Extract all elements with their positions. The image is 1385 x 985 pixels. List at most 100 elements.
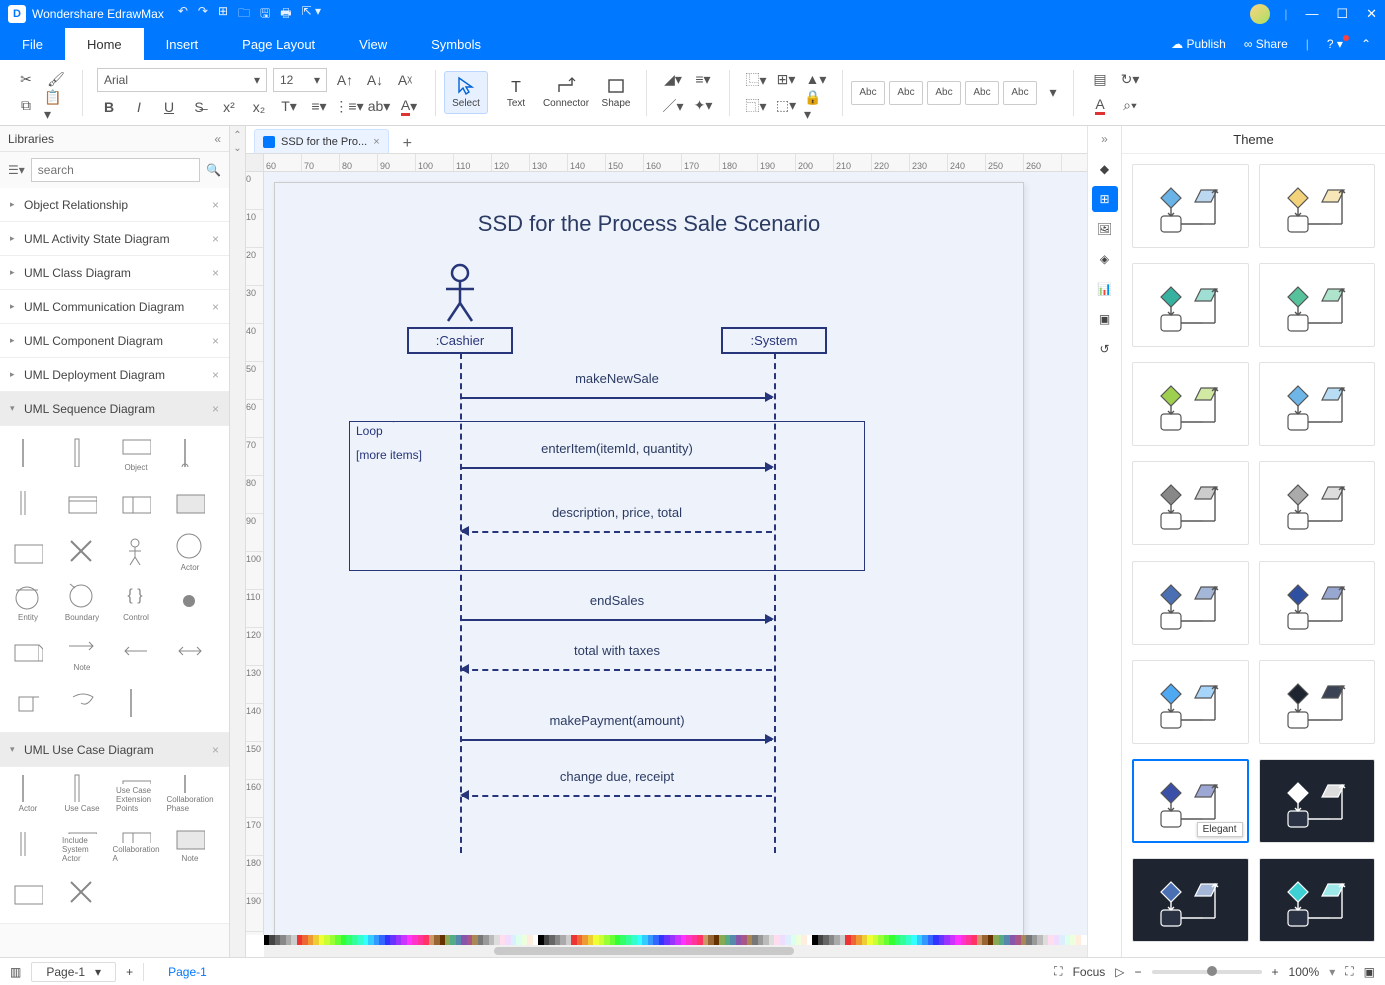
add-tab-icon[interactable]: + [397, 135, 418, 153]
canvas[interactable]: 6070809010011012013014015016017018019020… [246, 154, 1087, 957]
quick-style-2[interactable]: Abc [889, 81, 923, 105]
export-icon[interactable]: ⇱ ▾ [302, 4, 321, 25]
strike-icon[interactable]: S̶ [187, 96, 211, 118]
library-shape[interactable] [62, 532, 102, 572]
search-icon[interactable]: 🔍 [206, 163, 221, 177]
lock-icon[interactable]: 🔒▾ [804, 95, 828, 117]
save-icon[interactable]: 🖫 [260, 4, 270, 25]
library-shape[interactable] [8, 432, 48, 472]
minimize-icon[interactable]: — [1305, 6, 1318, 22]
library-shape[interactable] [170, 632, 210, 672]
paste-icon[interactable]: 📋▾ [44, 95, 68, 117]
library-category[interactable]: ▸UML Component Diagram× [0, 324, 229, 358]
color-swatch[interactable] [1081, 935, 1086, 945]
document-tab[interactable]: SSD for the Pro... × [254, 129, 389, 153]
library-shape[interactable] [62, 482, 102, 522]
theme-tile[interactable] [1259, 263, 1376, 347]
theme-tile[interactable] [1132, 263, 1249, 347]
focus-mode-icon[interactable]: ⛶ [1054, 964, 1062, 979]
menu-file[interactable]: File [0, 28, 65, 60]
library-search-input[interactable] [31, 158, 200, 182]
libraries-scrollbar[interactable]: ⌃ ⌄ [230, 126, 246, 957]
undo-icon[interactable]: ↶ [178, 4, 188, 25]
quick-style-3[interactable]: Abc [927, 81, 961, 105]
msg-change-due[interactable]: change due, receipt [462, 787, 772, 803]
subscript-icon[interactable]: x₂ [247, 96, 271, 118]
theme-tile[interactable] [1259, 858, 1376, 942]
library-shape[interactable] [170, 482, 210, 522]
library-shape[interactable]: Note [62, 632, 102, 672]
remove-library-icon[interactable]: × [212, 402, 219, 416]
library-shape[interactable] [62, 873, 102, 913]
remove-library-icon[interactable]: × [212, 232, 219, 246]
current-page[interactable]: Page-1 [154, 963, 221, 981]
remove-library-icon[interactable]: × [212, 368, 219, 382]
text-case-icon[interactable]: T▾ [277, 96, 301, 118]
image-panel-icon[interactable]: 🖼 [1092, 216, 1118, 242]
library-shape[interactable]: Actor [170, 532, 210, 572]
theme-tile[interactable] [1259, 164, 1376, 248]
find-icon[interactable]: ⌕▾ [1118, 95, 1142, 117]
cashier-lifeline-head[interactable]: :Cashier [407, 327, 513, 354]
theme-tile[interactable] [1259, 759, 1376, 843]
fill-panel-icon[interactable]: ◆ [1092, 156, 1118, 182]
help-icon[interactable]: ? ▾ [1327, 37, 1343, 51]
library-category[interactable]: ▸UML Deployment Diagram× [0, 358, 229, 392]
share-button[interactable]: ∞ Share [1244, 37, 1288, 51]
fill-icon[interactable]: ◢▾ [661, 69, 685, 91]
library-shape[interactable] [170, 432, 210, 472]
theme-tile[interactable] [1132, 858, 1249, 942]
library-shape[interactable]: Note [170, 823, 210, 863]
user-avatar[interactable] [1250, 4, 1270, 24]
library-shape[interactable]: Collaboration A [116, 823, 156, 863]
msg-makenewsale[interactable]: makeNewSale [462, 389, 772, 405]
page-selector[interactable]: Page-1 ▾ [31, 962, 116, 982]
actor-icon[interactable] [440, 263, 480, 323]
library-shape[interactable] [8, 532, 48, 572]
close-tab-icon[interactable]: × [373, 136, 379, 148]
increase-font-icon[interactable]: A↑ [333, 69, 357, 91]
library-shape[interactable] [8, 632, 48, 672]
menu-symbols[interactable]: Symbols [409, 28, 503, 60]
library-category-icon[interactable]: ☰▾ [8, 163, 25, 177]
bullets-icon[interactable]: ⋮≡▾ [337, 96, 361, 118]
menu-home[interactable]: Home [65, 28, 144, 60]
library-category[interactable]: ▸UML Activity State Diagram× [0, 222, 229, 256]
menu-page-layout[interactable]: Page Layout [220, 28, 337, 60]
arrange-icon[interactable]: ⿹▾ [744, 95, 768, 117]
zoom-in-icon[interactable]: + [1272, 965, 1279, 979]
library-category[interactable]: ▾UML Sequence Diagram× [0, 392, 229, 426]
library-scroll[interactable]: ▸Object Relationship×▸UML Activity State… [0, 188, 229, 957]
shape-tool[interactable]: Shape [594, 72, 638, 113]
history-panel-icon[interactable]: ↺ [1092, 336, 1118, 362]
library-shape[interactable]: Entity [8, 582, 48, 622]
layers-panel-icon[interactable]: ◈ [1092, 246, 1118, 272]
font-size-combo[interactable]: 12▾ [273, 68, 327, 92]
library-shape[interactable]: { }Control [116, 582, 156, 622]
theme-tile[interactable] [1132, 561, 1249, 645]
fullscreen-icon[interactable]: ⛶ [1345, 964, 1353, 979]
line-color-icon[interactable]: ／▾ [661, 95, 685, 117]
zoom-slider[interactable] [1152, 970, 1262, 974]
page-nav-icon[interactable]: ▥ [10, 965, 21, 979]
remove-library-icon[interactable]: × [212, 334, 219, 348]
italic-icon[interactable]: I [127, 96, 151, 118]
highlight-icon[interactable]: ab▾ [367, 96, 391, 118]
effects-icon[interactable]: ✦▾ [691, 95, 715, 117]
present-panel-icon[interactable]: ▣ [1092, 306, 1118, 332]
library-shape[interactable]: Actor [8, 773, 48, 813]
superscript-icon[interactable]: x² [217, 96, 241, 118]
library-shape[interactable] [116, 532, 156, 572]
underline-icon[interactable]: U [157, 96, 181, 118]
library-shape[interactable] [8, 482, 48, 522]
zoom-out-icon[interactable]: − [1134, 965, 1141, 979]
collapse-ribbon-icon[interactable]: ⌃ [1361, 37, 1371, 51]
quick-style-4[interactable]: Abc [965, 81, 999, 105]
library-category[interactable]: ▸UML Class Diagram× [0, 256, 229, 290]
bold-icon[interactable]: B [97, 96, 121, 118]
collapse-libraries-icon[interactable]: « [214, 132, 221, 146]
library-shape[interactable]: Use Case Extension Points [116, 773, 156, 813]
menu-view[interactable]: View [337, 28, 409, 60]
format-painter-icon[interactable]: 🖌 [44, 69, 68, 91]
clear-format-icon[interactable]: Aᵡ [393, 69, 417, 91]
